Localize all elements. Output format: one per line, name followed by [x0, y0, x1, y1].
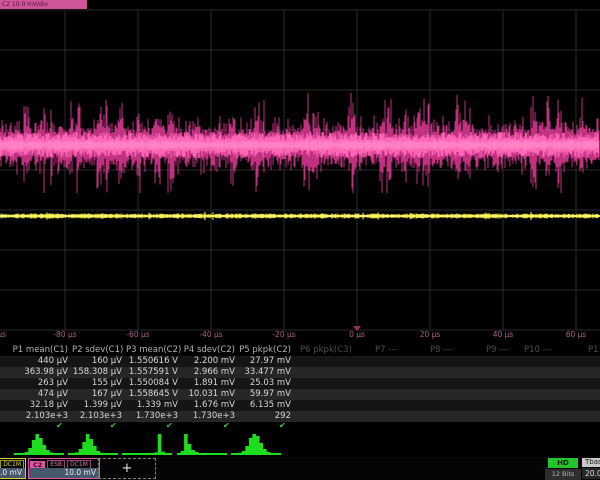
measure-value-cell: 32.18 µV: [0, 400, 68, 411]
time-axis-tick: -80 µs: [53, 330, 76, 339]
time-axis-tick: -40 µs: [199, 330, 222, 339]
waveform-plot-area[interactable]: [0, 0, 600, 344]
measure-value-cell: 1.550084 V: [126, 378, 178, 389]
measure-status-check-icon: ✔: [279, 421, 286, 431]
histicon-p5[interactable]: [231, 432, 281, 456]
measure-status-check-icon: ✔: [110, 421, 117, 431]
trigger-position-marker[interactable]: [353, 326, 361, 331]
time-axis-tick: 0 µs: [349, 330, 365, 339]
measure-header-cell[interactable]: P5 pkpk(C2): [239, 345, 291, 356]
timebase-value: 20.0 µs/div: [582, 468, 600, 479]
measure-header-cell[interactable]: P4 sdev(C2): [182, 345, 235, 356]
measure-value-cell: 6.135 mV: [239, 400, 291, 411]
measure-value-cell: 1.676 mV: [182, 400, 235, 411]
descriptor-bar: DC1M 10.0 mV C2 ESB DC1M 10.0 mV + HD 12…: [0, 457, 600, 480]
hd-bits-label: 12 Bits: [545, 469, 581, 480]
time-axis-tick: 40 µs: [493, 330, 514, 339]
measure-value-cell: 1.339 mV: [126, 400, 178, 411]
measure-status-check-icon: ✔: [223, 421, 230, 431]
time-axis-tick: -20 µs: [272, 330, 295, 339]
measure-value-cell: 33.477 mV: [239, 367, 291, 378]
measure-value-cell: 2.200 mV: [182, 356, 235, 367]
measurement-status-row: ✔ ✔ ✔ ✔ ✔: [0, 421, 600, 431]
channel-c2-descriptor-box[interactable]: C2 ESB DC1M 10.0 mV: [28, 458, 100, 479]
c2-volts-per-div: 10.0 mV: [29, 468, 99, 478]
measure-value-cell: 155 µV: [72, 378, 122, 389]
histicon-p1[interactable]: [14, 432, 64, 456]
time-axis-tick: 60 µs: [566, 330, 587, 339]
measure-value-cell: 160 µV: [72, 356, 122, 367]
measurement-histicons: [0, 432, 600, 456]
time-axis-tick: 20 µs: [420, 330, 441, 339]
measure-header-cell[interactable]: P2 sdev(C1): [72, 345, 122, 356]
measure-value-row: 440 µV 160 µV 1.550616 V 2.200 mV 27.97 mV: [0, 356, 600, 367]
measure-header-inactive[interactable]: P9 ---: [486, 345, 508, 356]
measure-value-row: 263 µV 155 µV 1.550084 V 1.891 mV 25.03 mV: [0, 378, 600, 389]
measure-status-check-icon: ✔: [56, 421, 63, 431]
trace-annotation-label[interactable]: C2 10.0 mV/div: [0, 0, 87, 9]
add-trace-button[interactable]: +: [98, 458, 156, 479]
measure-header-inactive[interactable]: P8 ---: [430, 345, 452, 356]
measure-value-cell: 27.97 mV: [239, 356, 291, 367]
timebase-descriptor-box[interactable]: Tbase 20.0 µs/div: [582, 458, 600, 479]
measure-status-check-icon: ✔: [166, 421, 173, 431]
measure-value-cell: 25.03 mV: [239, 378, 291, 389]
timebase-title: Tbase: [582, 458, 600, 467]
measure-value-row: 474 µV 167 µV 1.558645 V 10.031 mV 59.97 mV: [0, 389, 600, 400]
measure-header-cell[interactable]: P1 mean(C1): [0, 345, 68, 356]
measure-value-cell: 440 µV: [0, 356, 68, 367]
measure-value-cell: 1.550616 V: [126, 356, 178, 367]
time-axis-tick: -100 µs: [0, 330, 6, 339]
hd-badge: HD: [548, 458, 578, 468]
measure-value-cell: 1.399 µV: [72, 400, 122, 411]
measure-value-cell: 1.557591 V: [126, 367, 178, 378]
measure-value-cell: 59.97 mV: [239, 389, 291, 400]
time-axis: -100 µs -80 µs -60 µs -40 µs -20 µs 0 µs 20 µs…: [0, 330, 600, 343]
c1-volts-per-div: 10.0 mV: [0, 468, 25, 478]
measure-value-cell: 10.031 mV: [182, 389, 235, 400]
measure-header-row: P1 mean(C1) P2 sdev(C1) P3 mean(C2) P4 sdev…: [0, 345, 600, 356]
histicon-p4[interactable]: [177, 432, 227, 456]
measure-header-cell[interactable]: P3 mean(C2): [126, 345, 178, 356]
measure-value-cell: 2.966 mV: [182, 367, 235, 378]
time-axis-tick: -60 µs: [126, 330, 149, 339]
measure-header-inactive[interactable]: P11: [588, 345, 600, 356]
measure-value-cell: 167 µV: [72, 389, 122, 400]
hd-mode-indicator[interactable]: HD 12 Bits: [545, 458, 581, 480]
histicon-p2[interactable]: [68, 432, 118, 456]
measure-header-inactive[interactable]: P6 pkpk(C3): [300, 345, 352, 356]
histicon-p3[interactable]: [122, 432, 172, 456]
measure-value-cell: 363.98 µV: [0, 367, 68, 378]
measure-header-inactive[interactable]: P7 ---: [375, 345, 397, 356]
measure-value-row: 32.18 µV 1.399 µV 1.339 mV 1.676 mV 6.135 mV: [0, 400, 600, 411]
measure-value-cell: 1.558645 V: [126, 389, 178, 400]
measure-value-cell: 474 µV: [0, 389, 68, 400]
measure-value-row: 363.98 µV 158.308 µV 1.557591 V 2.966 mV 33.…: [0, 367, 600, 378]
measure-header-inactive[interactable]: P10 ---: [524, 345, 552, 356]
measure-value-cell: 1.891 mV: [182, 378, 235, 389]
channel-c1-descriptor-box[interactable]: DC1M 10.0 mV: [0, 458, 26, 479]
measure-value-cell: 158.308 µV: [72, 367, 122, 378]
measure-value-cell: 263 µV: [0, 378, 68, 389]
oscilloscope-screen: C2 10.0 mV/div -100 µs -80 µs -60 µs -40 µs…: [0, 0, 600, 480]
